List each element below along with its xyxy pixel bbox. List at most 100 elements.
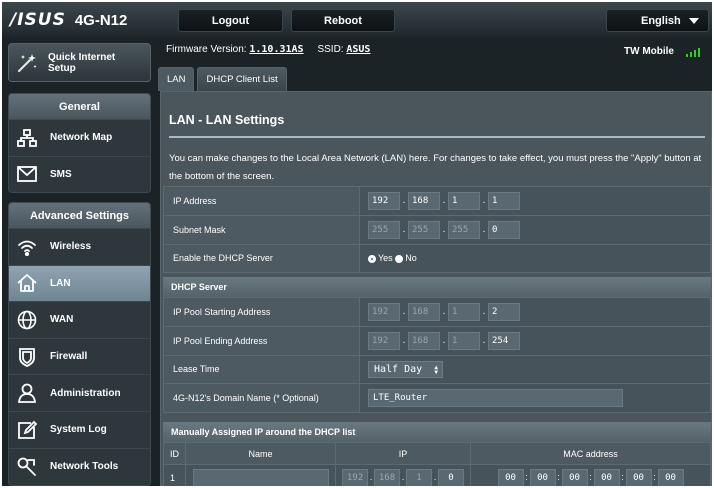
dhcp-yes-radio[interactable] [368, 255, 376, 264]
pool-end-field: 192. 168. 1. 254 [359, 325, 711, 356]
ip-address-label: IP Address [163, 186, 360, 216]
firmware-version-link[interactable]: 1.10.31AS [249, 44, 303, 55]
ip-octet-4[interactable]: 1 [488, 191, 520, 210]
updown-arrow-icon: ▲ ▼ [434, 363, 438, 376]
table-row: IP Pool Starting Address 192. 168. 1. 2 [163, 297, 711, 327]
ip-octet-3[interactable]: 1 [448, 191, 480, 210]
sidebar-item-label: Firewall [50, 351, 88, 363]
ip-octet-2[interactable]: 168 [408, 191, 440, 210]
sidebar: Quick Internet Setup General Network Map [2, 37, 158, 486]
mask-octet-4[interactable]: 0 [488, 220, 520, 239]
mask-octet-1[interactable]: 255 [368, 220, 400, 239]
network-map-icon [16, 127, 38, 149]
sidebar-item-system-log[interactable]: System Log [9, 410, 150, 448]
end-octet-4[interactable]: 254 [488, 331, 520, 350]
router-admin-page: /ISUS 4G-N12 Logout Reboot English Quick… [2, 2, 712, 486]
sidebar-item-administration[interactable]: Administration [9, 374, 150, 411]
sidebar-item-firewall[interactable]: Firewall [9, 337, 150, 375]
tab-bar: LAN DHCP Client List [158, 67, 290, 91]
pool-start-label: IP Pool Starting Address [163, 297, 360, 327]
row-ip-octet-2[interactable]: 168 [374, 468, 400, 486]
sidebar-item-sms[interactable]: SMS [9, 155, 150, 192]
magic-wand-icon [16, 52, 38, 74]
dhcp-server-header: DHCP Server [163, 277, 711, 297]
wifi-icon [16, 236, 38, 258]
sidebar-item-lan[interactable]: LAN [9, 264, 150, 302]
column-header-ip: IP [335, 442, 471, 465]
start-octet-2[interactable]: 168 [408, 302, 440, 321]
home-icon [16, 272, 38, 294]
page-title: LAN - LAN Settings [169, 113, 285, 127]
reboot-button[interactable]: Reboot [291, 9, 395, 32]
table-row: IP Pool Ending Address 192. 168. 1. 254 [163, 325, 711, 356]
dhcp-no-radio[interactable] [395, 255, 404, 264]
row-id: 1 [163, 464, 186, 486]
lease-time-label: Lease Time [163, 354, 360, 385]
table-row: 4G-N12's Domain Name (* Optional) LTE_Ro… [163, 383, 711, 414]
lease-time-select[interactable]: Half Day ▲ ▼ [368, 360, 443, 378]
advanced-menu-title: Advanced Settings [9, 203, 150, 228]
dhcp-yes-label: Yes [378, 253, 393, 264]
carrier-status: TW Mobile [624, 46, 700, 57]
sidebar-item-label: System Log [50, 424, 107, 436]
ip-address-field: 192. 168. 1. 1 [359, 186, 711, 216]
row-name-input[interactable] [192, 468, 329, 486]
table-row: IP Address 192. 168. 1. 1 [163, 186, 711, 216]
person-icon [16, 382, 38, 404]
mac-octet-6[interactable]: 00 [657, 468, 684, 486]
tab-dhcp-client-list[interactable]: DHCP Client List [197, 67, 287, 91]
end-octet-3[interactable]: 1 [448, 331, 480, 350]
row-ip-octet-3[interactable]: 1 [406, 468, 432, 486]
mac-octet-1[interactable]: 00 [497, 468, 524, 486]
qis-label-line2: Setup [48, 62, 76, 74]
sidebar-item-network-tools[interactable]: Network Tools [9, 447, 150, 485]
model-name: 4G-N12 [74, 11, 128, 29]
column-header-mac: MAC address [470, 442, 711, 465]
mac-octet-2[interactable]: 00 [529, 468, 556, 486]
tab-lan[interactable]: LAN [158, 67, 195, 91]
table-row: Enable the DHCP Server Yes No [163, 243, 711, 274]
sidebar-item-wan[interactable]: WAN [9, 301, 150, 338]
domain-name-field: LTE_Router [359, 383, 711, 414]
mac-octet-4[interactable]: 00 [593, 468, 620, 486]
status-line: Firmware Version: 1.10.31AS SSID: ASUS [166, 44, 370, 55]
mask-octet-3[interactable]: 255 [448, 220, 480, 239]
dhcp-enable-field: Yes No [359, 243, 711, 274]
sidebar-item-wireless[interactable]: Wireless [9, 228, 150, 265]
mac-octet-3[interactable]: 00 [561, 468, 588, 486]
table-row: Lease Time Half Day ▲ ▼ [163, 354, 711, 385]
start-octet-4[interactable]: 2 [488, 302, 520, 321]
lease-time-value: Half Day [374, 363, 423, 375]
row-ip-octet-1[interactable]: 192 [342, 468, 368, 486]
chevron-down-icon [689, 18, 699, 24]
sidebar-item-label: Network Tools [50, 460, 119, 472]
language-value: English [641, 14, 681, 27]
sidebar-item-label: SMS [50, 168, 72, 180]
end-octet-2[interactable]: 168 [408, 331, 440, 350]
sidebar-item-network-map[interactable]: Network Map [9, 119, 150, 156]
quick-internet-setup-button[interactable]: Quick Internet Setup [8, 43, 151, 82]
ssid-label: SSID: [317, 44, 344, 55]
ip-octet-1[interactable]: 192 [368, 191, 400, 210]
lease-time-field: Half Day ▲ ▼ [359, 354, 711, 385]
signal-strength-icon [684, 47, 700, 57]
mac-octet-5[interactable]: 00 [625, 468, 652, 486]
dhcp-enable-label: Enable the DHCP Server [163, 243, 360, 274]
general-menu-title: General [9, 94, 150, 119]
logout-button[interactable]: Logout [178, 9, 283, 32]
divider [169, 136, 705, 138]
domain-name-input[interactable]: LTE_Router [368, 389, 623, 408]
start-octet-1[interactable]: 192 [368, 302, 400, 321]
sidebar-item-label: Network Map [50, 132, 113, 144]
tools-icon [16, 455, 38, 477]
language-select[interactable]: English [606, 9, 709, 32]
end-octet-1[interactable]: 192 [368, 331, 400, 350]
dhcp-settings-table: IP Pool Starting Address 192. 168. 1. 2 IP … [163, 297, 711, 414]
manual-ip-table: ID Name IP MAC address 1 192. 168. 1. 0 00:… [163, 442, 711, 486]
start-octet-3[interactable]: 1 [448, 302, 480, 321]
ssid-link[interactable]: ASUS [346, 44, 370, 55]
row-ip-octet-4[interactable]: 0 [438, 468, 464, 486]
mask-octet-2[interactable]: 255 [408, 220, 440, 239]
main-content: Firmware Version: 1.10.31AS SSID: ASUS T… [158, 37, 712, 486]
row-ip-cell: 192. 168. 1. 0 [335, 464, 471, 486]
